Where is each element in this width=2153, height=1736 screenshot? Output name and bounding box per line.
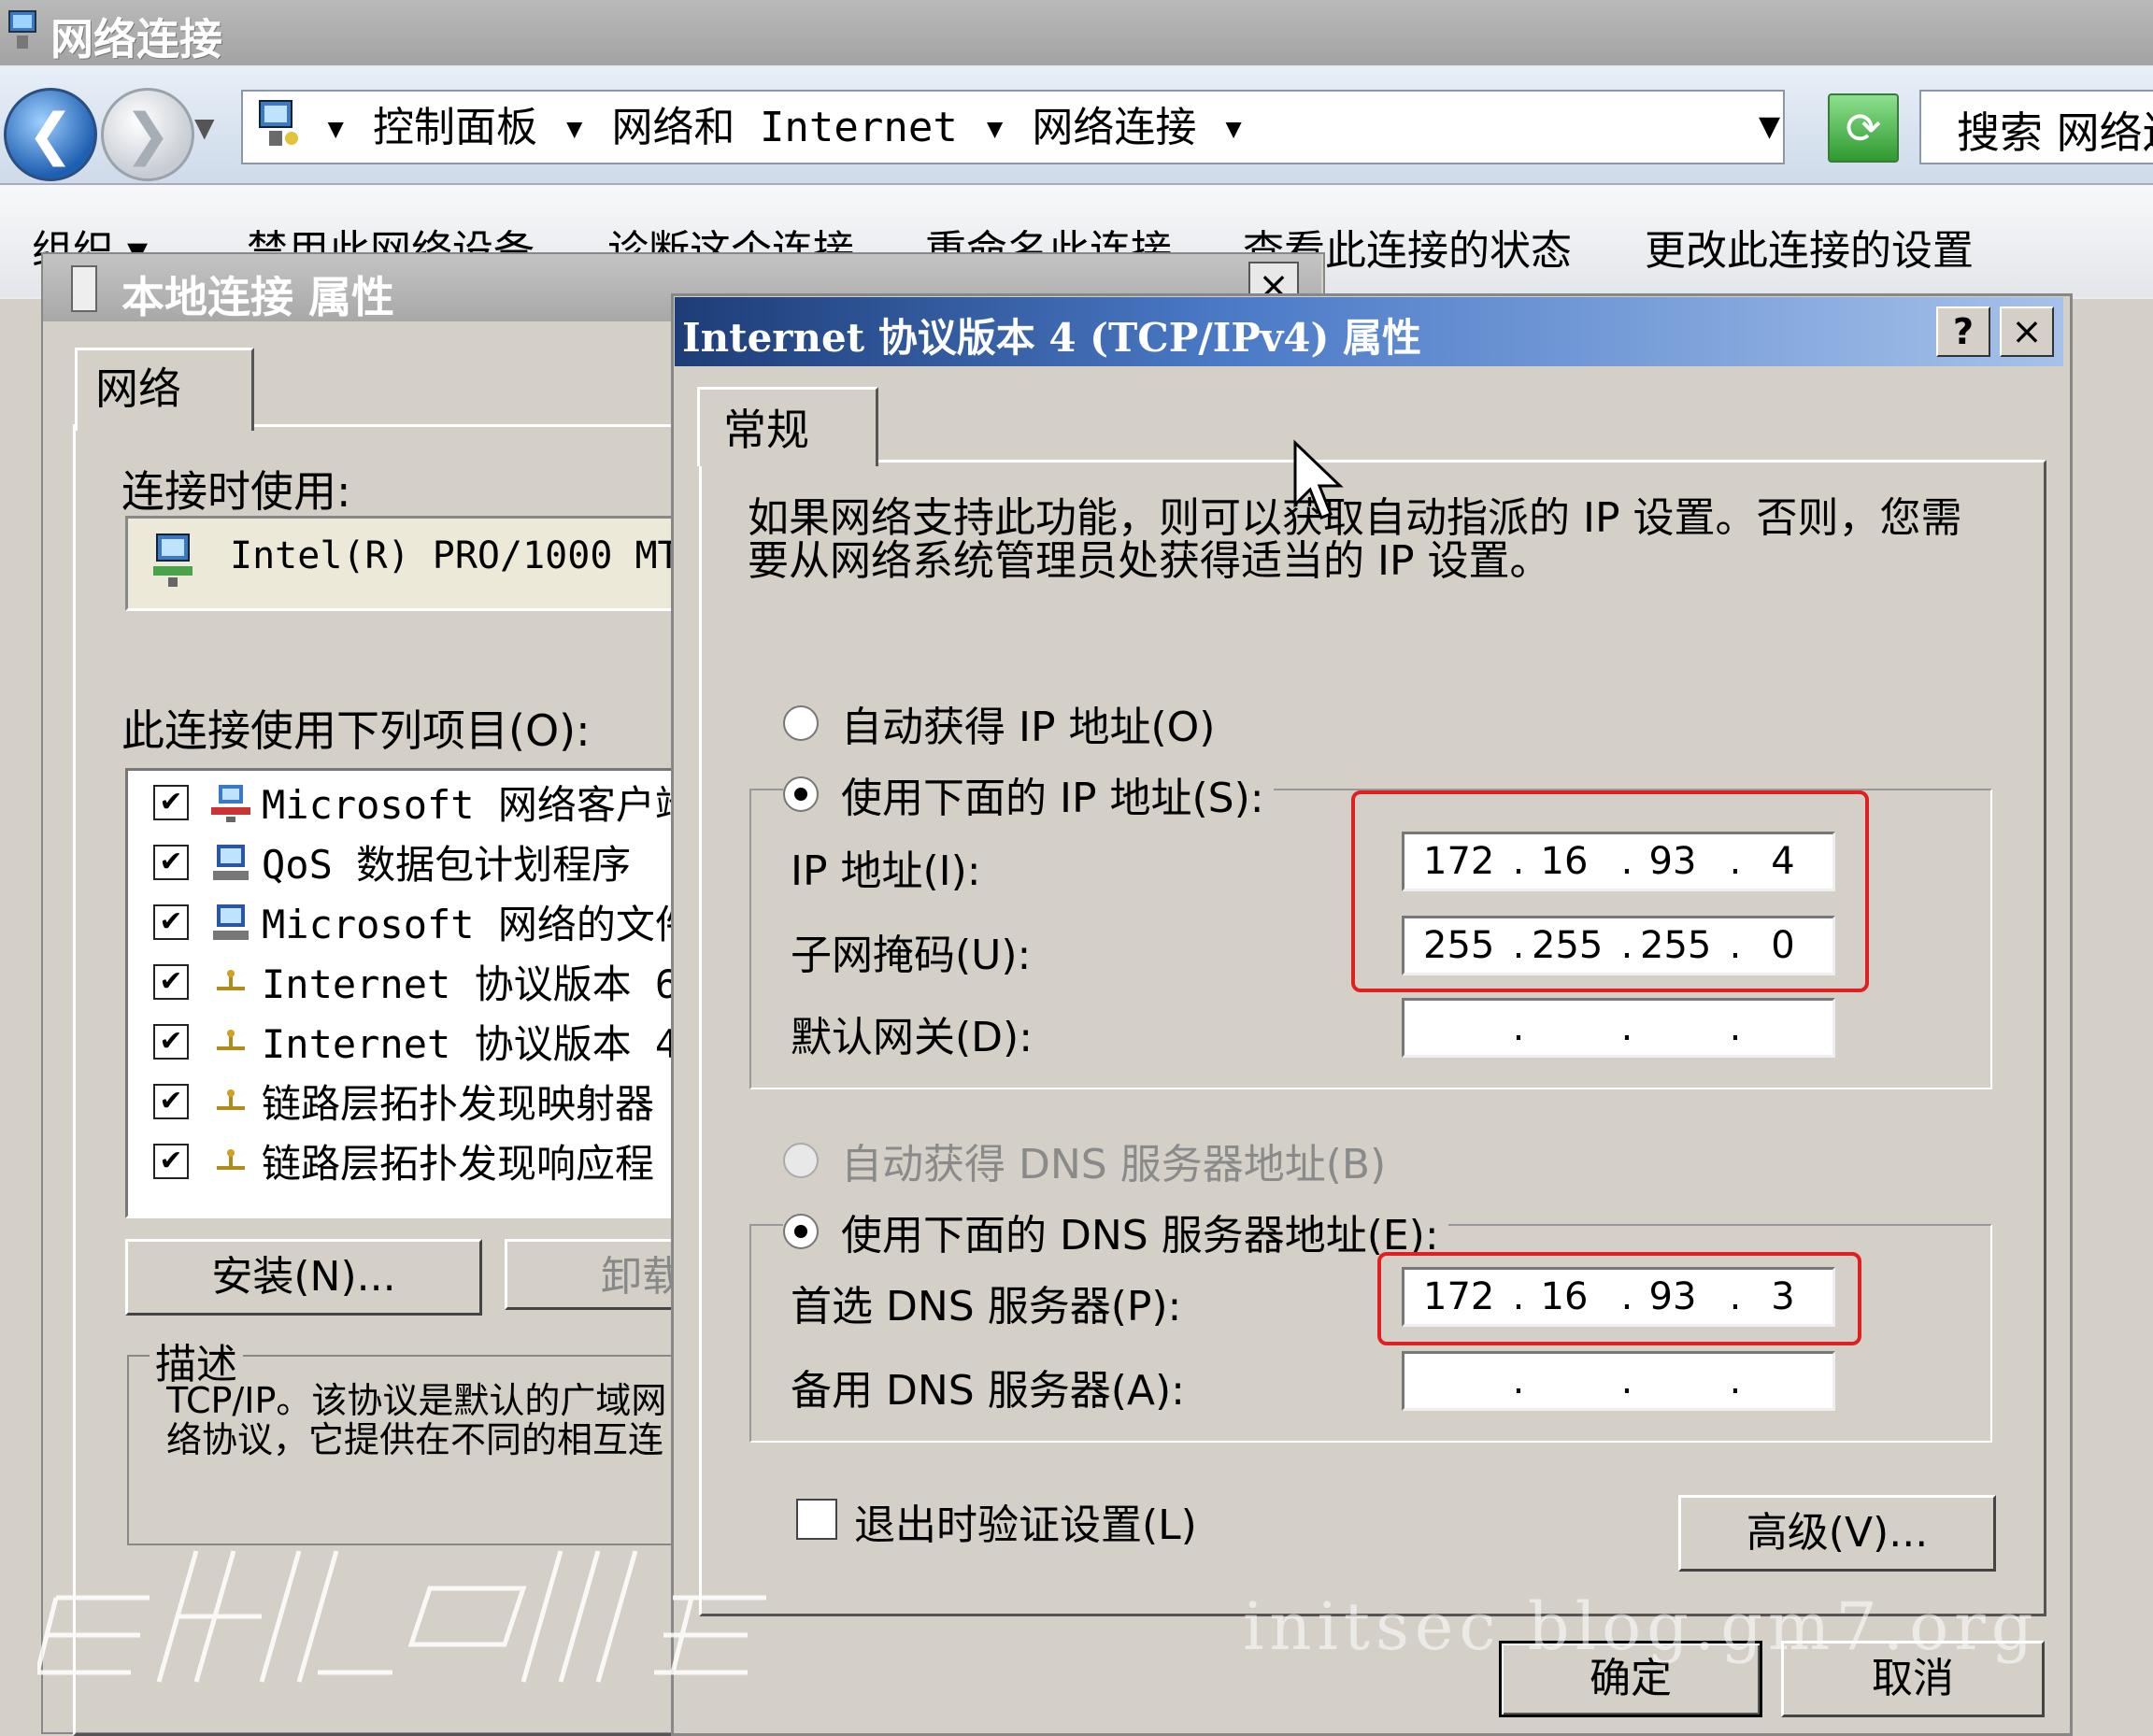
- ipv4-dialog-title: Internet 协议版本 4 (TCP/IPv4) 属性: [682, 315, 1422, 361]
- back-button[interactable]: ❮: [4, 88, 97, 181]
- auto-dns-option: 自动获得 DNS 服务器地址(B): [783, 1131, 1386, 1190]
- item-checkbox[interactable]: ✔: [153, 784, 189, 820]
- validate-on-exit-label: 退出时验证设置(L): [854, 1501, 1197, 1549]
- auto-ip-radio[interactable]: [783, 705, 819, 741]
- network-connections-icon: [8, 10, 36, 49]
- highlight-box: [1351, 790, 1869, 992]
- item-checkbox[interactable]: ✔: [153, 904, 189, 940]
- protocol-icon: [217, 1089, 245, 1110]
- lan-dialog-title: 本地连接 属性: [121, 272, 395, 322]
- gateway-label: 默认网关(D):: [791, 1014, 1034, 1061]
- subnet-mask-label: 子网掩码(U):: [791, 932, 1032, 979]
- protocol-icon: [217, 1029, 245, 1050]
- refresh-icon: ⟳: [1845, 103, 1882, 153]
- tab-network-label: 网络: [95, 363, 181, 414]
- list-item[interactable]: ✔ QoS 数据包计划程序: [153, 833, 631, 889]
- items-label: 此连接使用下列项目(O):: [121, 705, 591, 756]
- adapter-name: Intel(R) PRO/1000 MT: [230, 534, 680, 577]
- manual-dns-radio[interactable]: [783, 1214, 819, 1249]
- lan-adapter-icon: [71, 265, 97, 312]
- item-label: Internet 协议版本 6: [262, 961, 679, 1007]
- description-text: TCP/IP。该协议是默认的广域网络协议，它提供在不同的相互连接的网络上的通讯。: [166, 1381, 667, 1459]
- protocol-icon: [217, 969, 245, 990]
- preferred-dns-label: 首选 DNS 服务器(P):: [791, 1283, 1182, 1330]
- file-sharing-icon: [213, 904, 249, 940]
- list-item[interactable]: ✔ Internet 协议版本 4: [153, 1013, 678, 1069]
- help-button[interactable]: ?: [1936, 306, 1990, 357]
- highlight-box: [1377, 1252, 1861, 1345]
- list-item[interactable]: ✔ Microsoft 网络的文件: [153, 893, 694, 949]
- octet-separator: .: [1620, 1359, 1633, 1402]
- advanced-button[interactable]: 高级(V)...: [1678, 1495, 1996, 1572]
- manual-dns-label: 使用下面的 DNS 服务器地址(E):: [841, 1212, 1439, 1259]
- control-panel-icon: [259, 100, 298, 146]
- list-item[interactable]: ✔ Microsoft 网络客户端: [153, 774, 694, 830]
- item-label: 链路层拓扑发现映射器: [262, 1081, 655, 1127]
- octet-separator: .: [1729, 1359, 1742, 1402]
- item-checkbox[interactable]: ✔: [153, 1083, 189, 1119]
- alternate-dns-field[interactable]: . . .: [1402, 1351, 1835, 1411]
- list-item[interactable]: ✔ 链路层拓扑发现响应程: [153, 1132, 654, 1188]
- item-checkbox[interactable]: ✔: [153, 844, 189, 880]
- item-label: Internet 协议版本 4: [262, 1021, 679, 1067]
- forward-button[interactable]: ❯: [101, 88, 194, 181]
- item-label: 链路层拓扑发现响应程: [262, 1141, 655, 1187]
- item-label: QoS 数据包计划程序: [262, 842, 632, 888]
- ip-address-label: IP 地址(I):: [791, 847, 981, 895]
- octet-separator: .: [1620, 1006, 1633, 1049]
- recent-pages-dropdown-icon[interactable]: ▼: [194, 112, 215, 143]
- manual-ip-radio[interactable]: [783, 776, 819, 812]
- breadcrumb[interactable]: ▾ 控制面板 ▾ 网络和 Internet ▾ 网络连接 ▾: [323, 93, 1246, 153]
- ipv4-close-button[interactable]: ×: [2000, 306, 2054, 357]
- auto-ip-option[interactable]: 自动获得 IP 地址(O): [783, 693, 1215, 753]
- explorer-titlebar: [0, 0, 2153, 65]
- watermark-text: initsec blog.gm7.org: [1243, 1588, 2039, 1665]
- octet-separator: .: [1512, 1359, 1525, 1402]
- gateway-field[interactable]: . . .: [1402, 998, 1835, 1058]
- list-item[interactable]: ✔ Internet 协议版本 6: [153, 953, 678, 1009]
- auto-dns-radio: [783, 1143, 819, 1178]
- ascii-logo-art: [37, 1550, 766, 1683]
- manual-ip-label: 使用下面的 IP 地址(S):: [841, 775, 1264, 822]
- item-label: Microsoft 网络的文件: [262, 902, 694, 947]
- alternate-dns-label: 备用 DNS 服务器(A):: [791, 1367, 1185, 1415]
- refresh-button[interactable]: ⟳: [1828, 93, 1899, 163]
- auto-ip-label: 自动获得 IP 地址(O): [841, 704, 1216, 751]
- item-checkbox[interactable]: ✔: [153, 1023, 189, 1060]
- intro-text: 如果网络支持此功能，则可以获取自动指派的 IP 设置。否则，您需要从网络系统管理…: [748, 494, 1962, 585]
- item-checkbox[interactable]: ✔: [153, 963, 189, 1000]
- protocol-icon: [217, 1148, 245, 1170]
- auto-dns-label: 自动获得 DNS 服务器地址(B): [841, 1141, 1387, 1188]
- search-placeholder: 搜索 网络连: [1957, 107, 2153, 158]
- list-item[interactable]: ✔ 链路层拓扑发现映射器: [153, 1073, 654, 1129]
- qos-icon: [213, 844, 249, 880]
- octet-separator: .: [1512, 1006, 1525, 1049]
- item-checkbox[interactable]: ✔: [153, 1143, 189, 1179]
- manual-dns-option[interactable]: 使用下面的 DNS 服务器地址(E):: [783, 1202, 1448, 1261]
- install-button[interactable]: 安装(N)...: [125, 1239, 482, 1316]
- mouse-cursor-icon: [1293, 439, 1344, 519]
- network-client-icon: [211, 784, 250, 822]
- tab-general-label: 常规: [723, 405, 809, 455]
- manual-ip-option[interactable]: 使用下面的 IP 地址(S):: [783, 764, 1274, 824]
- item-label: Microsoft 网络客户端: [262, 782, 694, 828]
- network-adapter-icon: [153, 534, 192, 587]
- back-arrow-icon: ❮: [26, 102, 75, 167]
- address-dropdown-icon[interactable]: ▼: [1759, 110, 1780, 143]
- forward-arrow-icon: ❯: [123, 102, 172, 167]
- octet-separator: .: [1729, 1006, 1742, 1049]
- connect-using-label: 连接时使用:: [121, 466, 351, 517]
- explorer-title: 网络连接: [50, 14, 222, 64]
- change-settings-command[interactable]: 更改此连接的设置: [1645, 217, 1974, 277]
